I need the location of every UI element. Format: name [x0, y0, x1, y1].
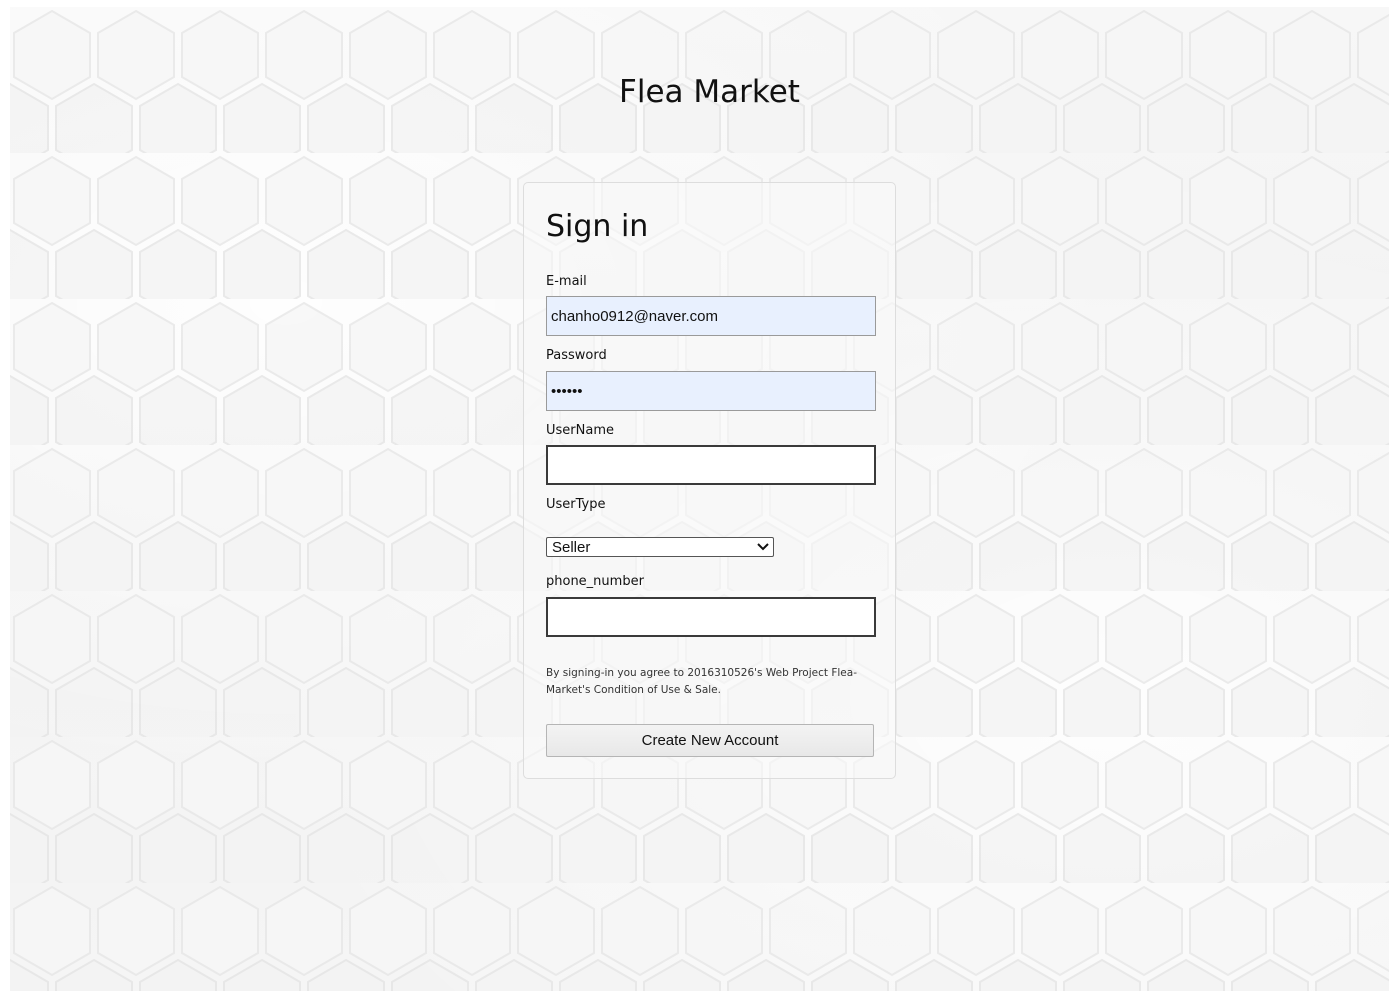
phone-label: phone_number [546, 574, 644, 589]
phone-field[interactable] [546, 597, 876, 637]
username-field[interactable] [546, 445, 876, 485]
password-label: Password [546, 348, 607, 363]
email-field[interactable] [546, 296, 876, 336]
usertype-selected-value: Seller [552, 539, 591, 556]
password-field[interactable] [546, 371, 876, 411]
chevron-down-icon [757, 543, 769, 551]
email-label: E-mail [546, 274, 587, 289]
form-heading: Sign in [546, 209, 649, 244]
usertype-select[interactable]: Seller [546, 537, 774, 557]
create-account-button[interactable]: Create New Account [546, 724, 874, 757]
username-label: UserName [546, 423, 614, 438]
signup-card: Sign in E-mail Password UserName UserTyp… [523, 182, 896, 779]
agreement-text: By signing-in you agree to 2016310526's … [546, 667, 857, 696]
site-title: Flea Market [619, 74, 800, 110]
usertype-label: UserType [546, 497, 606, 512]
